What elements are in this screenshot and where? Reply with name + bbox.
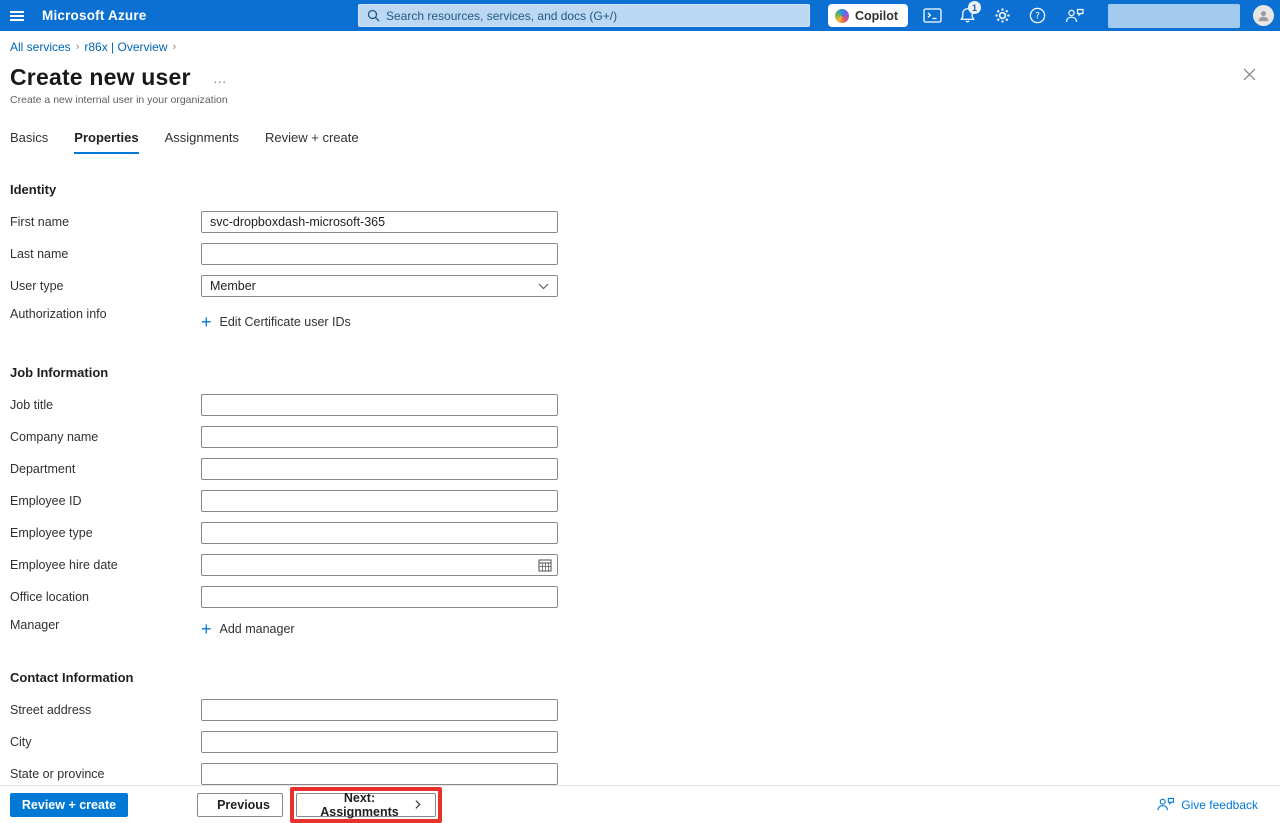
company-name-input[interactable]: [201, 426, 558, 448]
last-name-input[interactable]: [201, 243, 558, 265]
tab-basics[interactable]: Basics: [10, 130, 48, 154]
brand-title[interactable]: Microsoft Azure: [42, 8, 147, 23]
last-name-label: Last name: [10, 247, 201, 261]
top-bar: Microsoft Azure Copilot 1: [0, 0, 1280, 31]
wizard-tabs: Basics Properties Assignments Review + c…: [10, 130, 1280, 154]
settings-button[interactable]: [991, 0, 1013, 31]
state-or-province-label: State or province: [10, 767, 201, 781]
first-name-label: First name: [10, 215, 201, 229]
gear-icon: [994, 7, 1011, 24]
office-location-label: Office location: [10, 590, 201, 604]
page-title: Create new user: [10, 64, 191, 91]
calendar-icon: [538, 558, 552, 572]
company-name-label: Company name: [10, 430, 201, 444]
section-heading-contact-information: Contact Information: [10, 670, 1280, 685]
street-address-label: Street address: [10, 703, 201, 717]
user-type-value: Member: [210, 279, 256, 293]
search-icon: [367, 9, 380, 22]
street-address-input[interactable]: [201, 699, 558, 721]
tab-review-create[interactable]: Review + create: [265, 130, 359, 154]
employee-id-label: Employee ID: [10, 494, 201, 508]
user-type-select[interactable]: Member: [201, 275, 558, 297]
breadcrumb-separator: ›: [173, 41, 177, 53]
department-label: Department: [10, 462, 201, 476]
breadcrumb-r86x-overview[interactable]: r86x | Overview: [84, 40, 167, 54]
section-heading-job-information: Job Information: [10, 365, 1280, 380]
first-name-input[interactable]: [201, 211, 558, 233]
department-input[interactable]: [201, 458, 558, 480]
give-feedback-link[interactable]: Give feedback: [1156, 797, 1258, 812]
properties-form: Identity First name Last name User type …: [0, 182, 1280, 785]
breadcrumb-separator: ›: [76, 41, 80, 53]
tab-properties[interactable]: Properties: [74, 130, 138, 154]
cloud-shell-icon: [923, 8, 942, 23]
city-input[interactable]: [201, 731, 558, 753]
account-info-redacted[interactable]: [1108, 4, 1240, 28]
employee-type-label: Employee type: [10, 526, 201, 540]
close-button[interactable]: [1243, 68, 1256, 84]
previous-button[interactable]: Previous: [197, 793, 283, 817]
previous-label: Previous: [217, 798, 270, 812]
global-search[interactable]: [358, 4, 810, 27]
review-create-button[interactable]: Review + create: [10, 793, 128, 817]
chevron-down-icon: [538, 283, 549, 290]
user-type-label: User type: [10, 279, 201, 293]
employee-hire-date-input[interactable]: [201, 554, 558, 576]
next-assignments-button[interactable]: Next: Assignments: [296, 793, 436, 817]
page-subtitle: Create a new internal user in your organ…: [10, 94, 1280, 106]
feedback-button[interactable]: [1061, 0, 1087, 31]
help-button[interactable]: ?: [1026, 0, 1048, 31]
employee-id-input[interactable]: [201, 490, 558, 512]
plus-icon: +: [201, 315, 212, 329]
job-title-input[interactable]: [201, 394, 558, 416]
office-location-input[interactable]: [201, 586, 558, 608]
edit-certificate-user-ids-link[interactable]: + Edit Certificate user IDs: [201, 315, 351, 329]
copilot-button[interactable]: Copilot: [828, 4, 908, 27]
footer-bar: Review + create Previous Next: Assignmen…: [0, 785, 1280, 823]
avatar[interactable]: [1253, 5, 1274, 26]
cloud-shell-button[interactable]: [921, 0, 943, 31]
copilot-label: Copilot: [855, 9, 898, 23]
plus-icon: +: [201, 622, 212, 636]
city-label: City: [10, 735, 201, 749]
job-title-label: Job title: [10, 398, 201, 412]
hamburger-menu-icon[interactable]: [0, 0, 34, 31]
notification-badge: 1: [968, 1, 981, 14]
section-heading-identity: Identity: [10, 182, 1280, 197]
chevron-right-icon: [415, 799, 421, 810]
authorization-info-label: Authorization info: [10, 307, 201, 321]
help-icon: ?: [1029, 7, 1046, 24]
manager-label: Manager: [10, 618, 201, 632]
next-assignments-label: Next: Assignments: [311, 791, 408, 819]
hamburger-icon: [10, 11, 24, 21]
edit-certificate-user-ids-label: Edit Certificate user IDs: [220, 315, 351, 329]
state-or-province-input[interactable]: [201, 763, 558, 785]
topbar-actions: Copilot 1: [828, 0, 1274, 31]
notifications-button[interactable]: 1: [956, 0, 978, 31]
tab-assignments[interactable]: Assignments: [165, 130, 239, 154]
add-manager-link[interactable]: + Add manager: [201, 622, 295, 636]
add-manager-label: Add manager: [220, 622, 295, 636]
more-actions-button[interactable]: …: [213, 70, 229, 86]
copilot-icon: [835, 9, 849, 23]
annotation-highlight: Next: Assignments: [290, 787, 442, 823]
close-icon: [1243, 68, 1256, 81]
give-feedback-label: Give feedback: [1181, 798, 1258, 812]
give-feedback-icon: [1156, 797, 1175, 812]
svg-text:?: ?: [1035, 12, 1040, 22]
breadcrumb-all-services[interactable]: All services: [10, 40, 71, 54]
person-feedback-icon: [1064, 8, 1085, 24]
search-input[interactable]: [386, 9, 801, 23]
avatar-person-icon: [1257, 9, 1270, 22]
breadcrumb: All services › r86x | Overview ›: [0, 31, 1280, 54]
employee-type-input[interactable]: [201, 522, 558, 544]
employee-hire-date-label: Employee hire date: [10, 558, 201, 572]
